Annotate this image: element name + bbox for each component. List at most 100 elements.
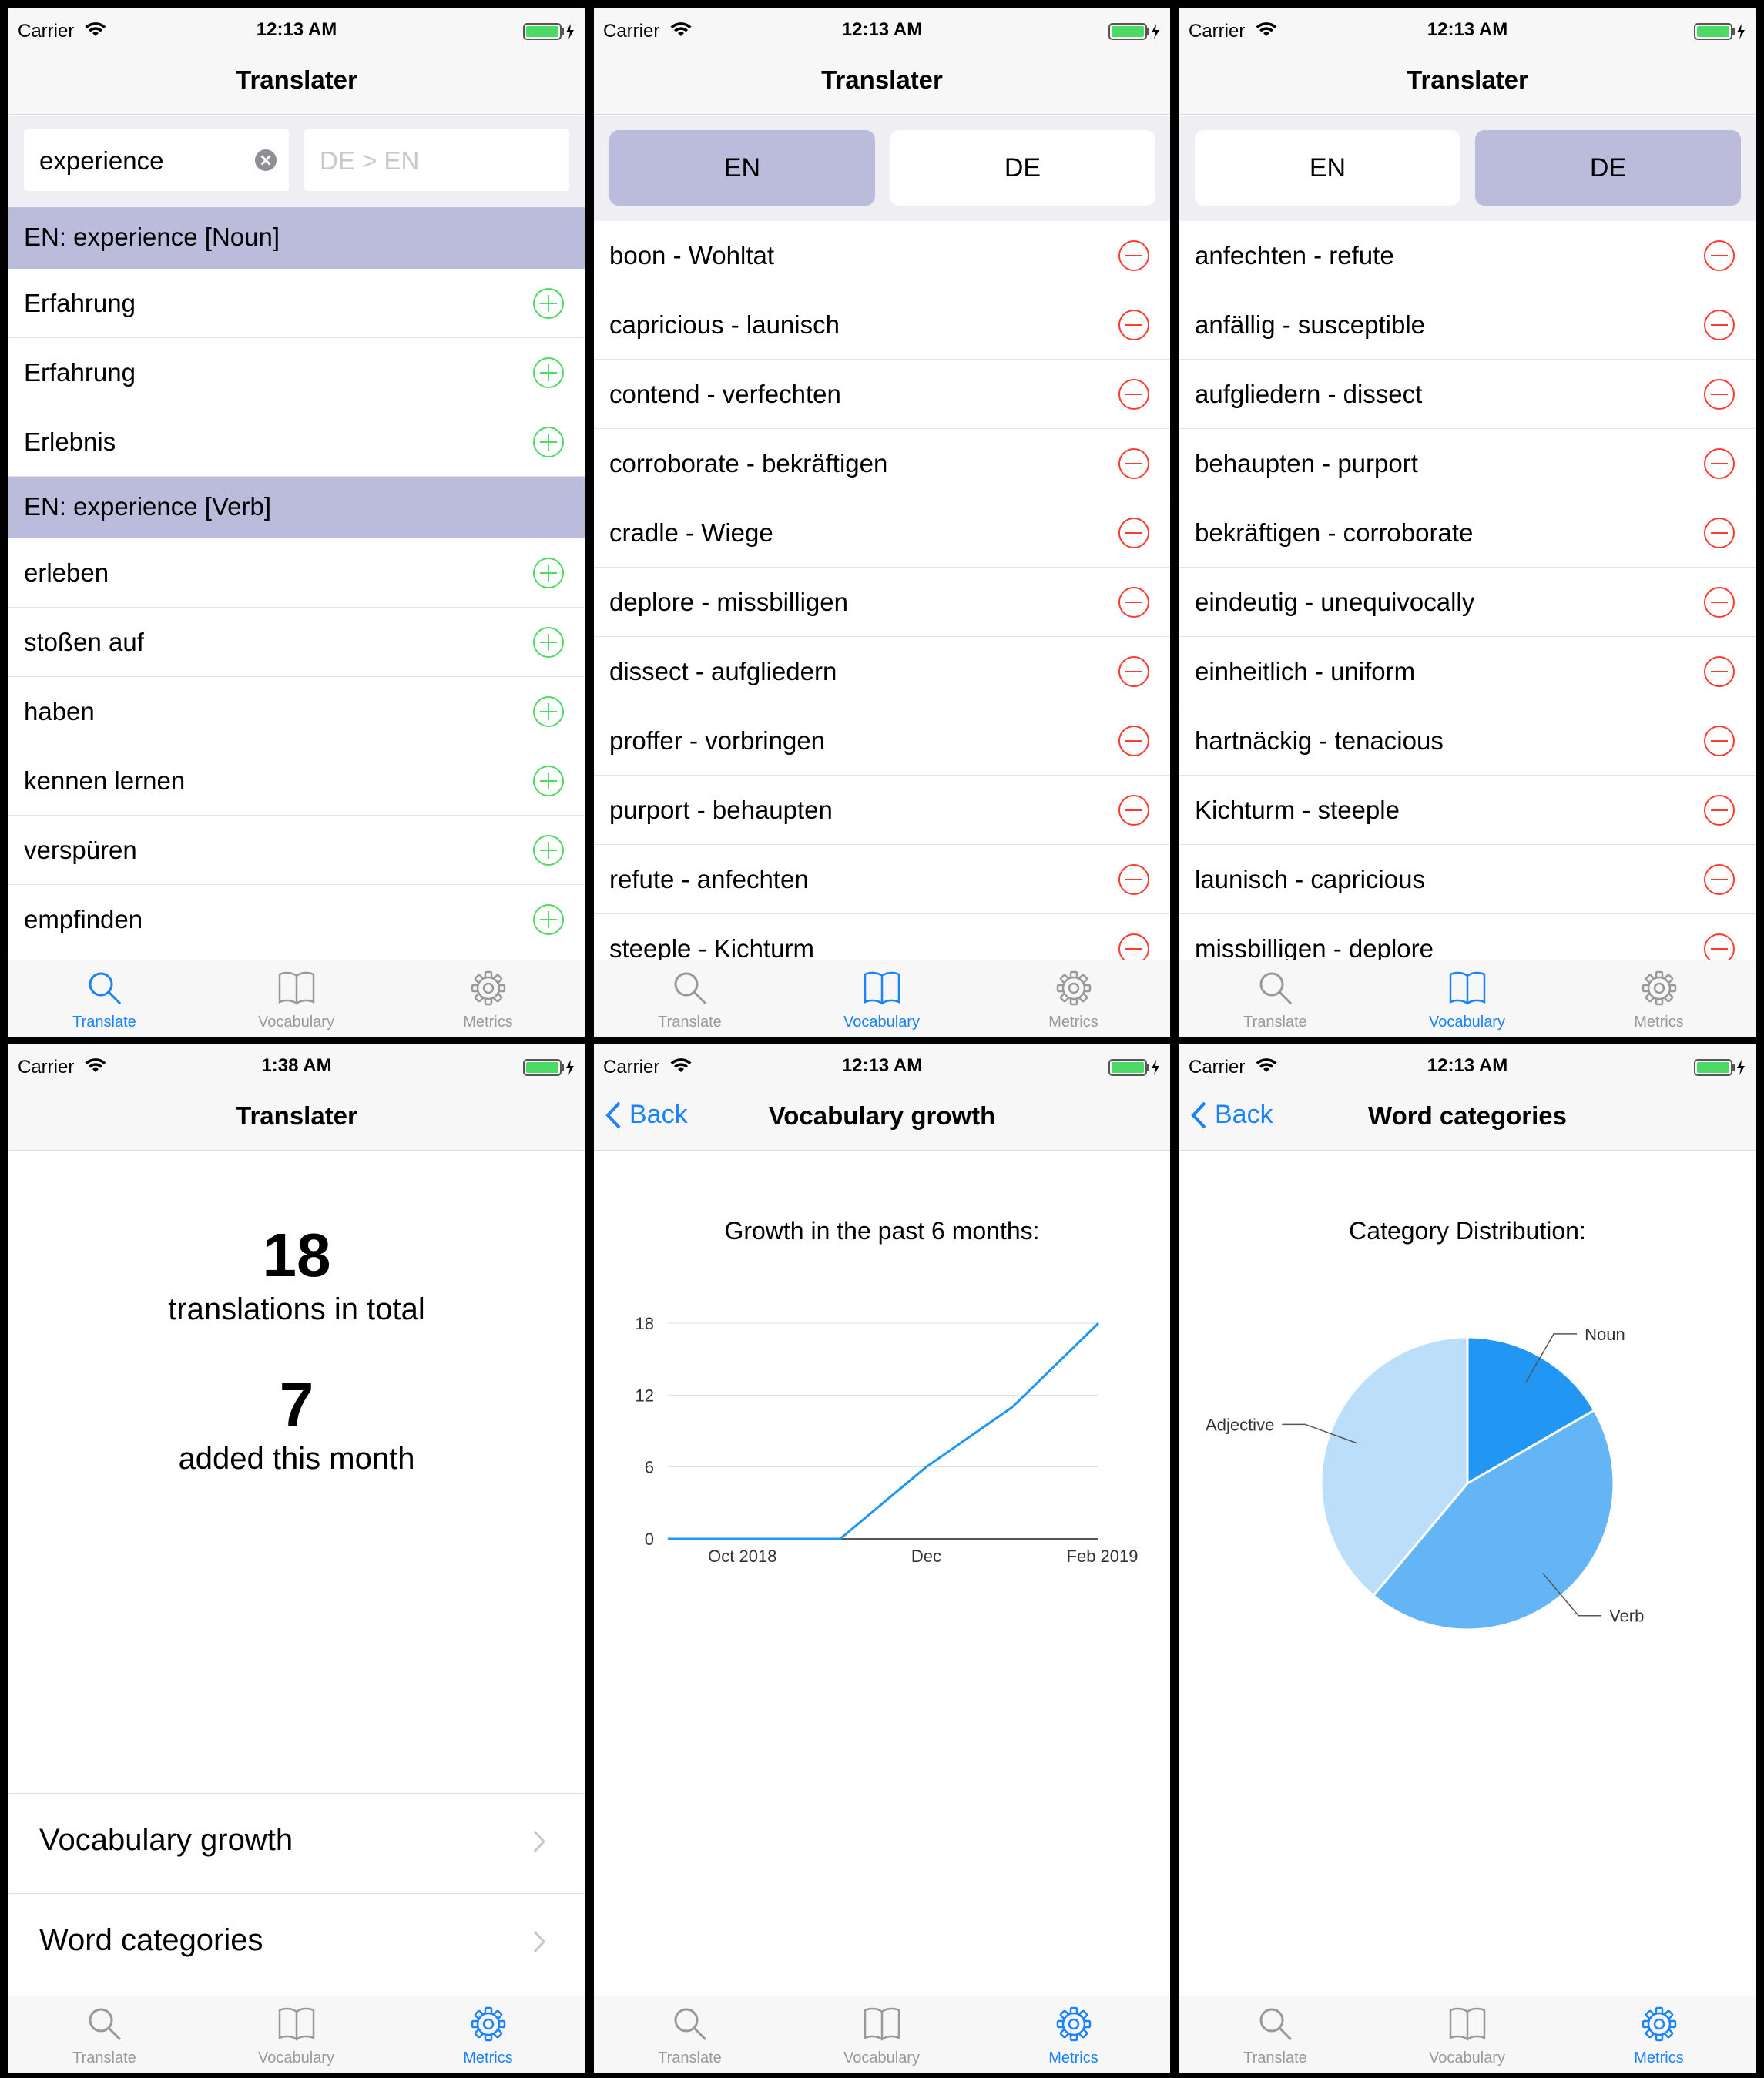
segment-en[interactable]: EN bbox=[1195, 130, 1460, 206]
vocabulary-row[interactable]: Kichturm - steeple bbox=[1179, 776, 1756, 845]
translation-label: erleben bbox=[24, 558, 109, 587]
tab-metrics[interactable]: Metrics bbox=[1563, 965, 1755, 1036]
status-bar: Carrier 12:13 AM bbox=[1179, 1044, 1756, 1091]
gear-icon bbox=[978, 2006, 1169, 2046]
vocabulary-row[interactable]: aufgliedern - dissect bbox=[1179, 360, 1756, 429]
remove-icon[interactable] bbox=[1703, 586, 1735, 622]
translation-row[interactable]: empfinden bbox=[8, 885, 585, 954]
vocabulary-row[interactable]: eindeutig - unequivocally bbox=[1179, 568, 1756, 637]
vocabulary-label: proffer - vorbringen bbox=[609, 726, 826, 755]
translation-row[interactable]: stoßen auf bbox=[8, 608, 585, 677]
clear-icon[interactable] bbox=[253, 148, 278, 176]
add-icon[interactable] bbox=[532, 426, 565, 462]
translation-row[interactable]: verspüren bbox=[8, 816, 585, 885]
translation-row[interactable]: haben bbox=[8, 677, 585, 746]
translation-label: Erlebnis bbox=[24, 427, 116, 456]
translation-row[interactable]: Erlebnis bbox=[8, 407, 585, 477]
segment-de[interactable]: DE bbox=[1475, 130, 1741, 206]
tab-metrics[interactable]: Metrics bbox=[978, 2001, 1169, 2072]
add-icon[interactable] bbox=[532, 834, 565, 870]
translation-row[interactable]: Erfahrung bbox=[8, 269, 585, 338]
add-icon[interactable] bbox=[532, 626, 565, 662]
direction-field[interactable]: DE > EN bbox=[304, 129, 569, 191]
vocabulary-growth-row[interactable]: Vocabulary growth bbox=[8, 1793, 585, 1893]
remove-icon[interactable] bbox=[1118, 447, 1150, 484]
vocabulary-row[interactable]: behaupten - purport bbox=[1179, 429, 1756, 498]
tab-translate[interactable]: Translate bbox=[8, 2001, 200, 2072]
tab-vocabulary[interactable]: Vocabulary bbox=[1371, 965, 1563, 1036]
tab-translate[interactable]: Translate bbox=[1179, 965, 1371, 1036]
translation-label: kennen lernen bbox=[24, 766, 186, 795]
remove-icon[interactable] bbox=[1118, 794, 1150, 830]
tab-vocabulary[interactable]: Vocabulary bbox=[786, 965, 978, 1036]
total-count: 18 bbox=[262, 1221, 331, 1289]
tab-translate[interactable]: Translate bbox=[8, 965, 200, 1036]
remove-icon[interactable] bbox=[1118, 240, 1150, 276]
translation-row[interactable]: kennen lernen bbox=[8, 746, 585, 816]
translation-row[interactable]: erleben bbox=[8, 538, 585, 608]
remove-icon[interactable] bbox=[1703, 725, 1735, 761]
add-icon[interactable] bbox=[532, 765, 565, 801]
y-tick-label: 18 bbox=[636, 1314, 654, 1333]
tab-label: Translate bbox=[658, 1014, 722, 1031]
word-categories-row[interactable]: Word categories bbox=[8, 1893, 585, 1993]
row-label: Vocabulary growth bbox=[39, 1823, 293, 1857]
remove-icon[interactable] bbox=[1118, 655, 1150, 692]
tab-metrics[interactable]: Metrics bbox=[978, 965, 1169, 1036]
tab-metrics[interactable]: Metrics bbox=[392, 965, 584, 1036]
tab-translate[interactable]: Translate bbox=[594, 2001, 786, 2072]
tab-vocabulary[interactable]: Vocabulary bbox=[200, 965, 392, 1036]
row-label: Word categories bbox=[39, 1923, 263, 1957]
vocabulary-row[interactable]: deplore - missbilligen bbox=[594, 568, 1170, 637]
vocabulary-row[interactable]: capricious - launisch bbox=[594, 290, 1170, 360]
vocabulary-row[interactable]: boon - Wohltat bbox=[594, 221, 1170, 290]
add-icon[interactable] bbox=[532, 357, 565, 393]
vocabulary-label: anfällig - susceptible bbox=[1195, 310, 1425, 339]
translation-row[interactable]: Erfahrung bbox=[8, 338, 585, 407]
vocabulary-row[interactable]: bekräftigen - corroborate bbox=[1179, 498, 1756, 568]
vocabulary-row[interactable]: cradle - Wiege bbox=[594, 498, 1170, 568]
add-icon[interactable] bbox=[532, 903, 565, 940]
remove-icon[interactable] bbox=[1118, 586, 1150, 622]
tab-vocabulary[interactable]: Vocabulary bbox=[1371, 2001, 1563, 2072]
search-input[interactable]: experience bbox=[24, 129, 289, 191]
vocabulary-row[interactable]: refute - anfechten bbox=[594, 845, 1170, 914]
vocabulary-row[interactable]: purport - behaupten bbox=[594, 776, 1170, 845]
remove-icon[interactable] bbox=[1703, 655, 1735, 692]
vocabulary-row[interactable]: dissect - aufgliedern bbox=[594, 637, 1170, 706]
vocabulary-row[interactable]: contend - verfechten bbox=[594, 360, 1170, 429]
vocabulary-row[interactable]: launisch - capricious bbox=[1179, 845, 1756, 914]
tab-metrics[interactable]: Metrics bbox=[1563, 2001, 1755, 2072]
add-icon[interactable] bbox=[532, 557, 565, 593]
remove-icon[interactable] bbox=[1118, 517, 1150, 553]
remove-icon[interactable] bbox=[1703, 309, 1735, 345]
add-icon[interactable] bbox=[532, 695, 565, 732]
vocabulary-row[interactable]: hartnäckig - tenacious bbox=[1179, 706, 1756, 776]
vocabulary-row[interactable]: einheitlich - uniform bbox=[1179, 637, 1756, 706]
segment-de[interactable]: DE bbox=[890, 130, 1155, 206]
battery-icon bbox=[523, 22, 577, 45]
vocabulary-row[interactable]: corroborate - bekräftigen bbox=[594, 429, 1170, 498]
tab-vocabulary[interactable]: Vocabulary bbox=[786, 2001, 978, 2072]
remove-icon[interactable] bbox=[1118, 378, 1150, 414]
add-icon[interactable] bbox=[532, 287, 565, 323]
remove-icon[interactable] bbox=[1703, 240, 1735, 276]
remove-icon[interactable] bbox=[1118, 863, 1150, 900]
remove-icon[interactable] bbox=[1118, 309, 1150, 345]
remove-icon[interactable] bbox=[1703, 863, 1735, 900]
segment-en[interactable]: EN bbox=[609, 130, 875, 206]
tab-translate[interactable]: Translate bbox=[594, 965, 786, 1036]
tab-vocabulary[interactable]: Vocabulary bbox=[200, 2001, 392, 2072]
vocabulary-row[interactable]: anfällig - susceptible bbox=[1179, 290, 1756, 360]
search-icon bbox=[8, 2006, 200, 2046]
remove-icon[interactable] bbox=[1703, 378, 1735, 414]
tab-translate[interactable]: Translate bbox=[1179, 2001, 1371, 2072]
remove-icon[interactable] bbox=[1118, 725, 1150, 761]
vocabulary-row[interactable]: anfechten - refute bbox=[1179, 221, 1756, 290]
remove-icon[interactable] bbox=[1703, 794, 1735, 830]
remove-icon[interactable] bbox=[1703, 447, 1735, 484]
tab-metrics[interactable]: Metrics bbox=[392, 2001, 584, 2072]
tab-label: Metrics bbox=[1048, 1014, 1098, 1031]
remove-icon[interactable] bbox=[1703, 517, 1735, 553]
vocabulary-row[interactable]: proffer - vorbringen bbox=[594, 706, 1170, 776]
